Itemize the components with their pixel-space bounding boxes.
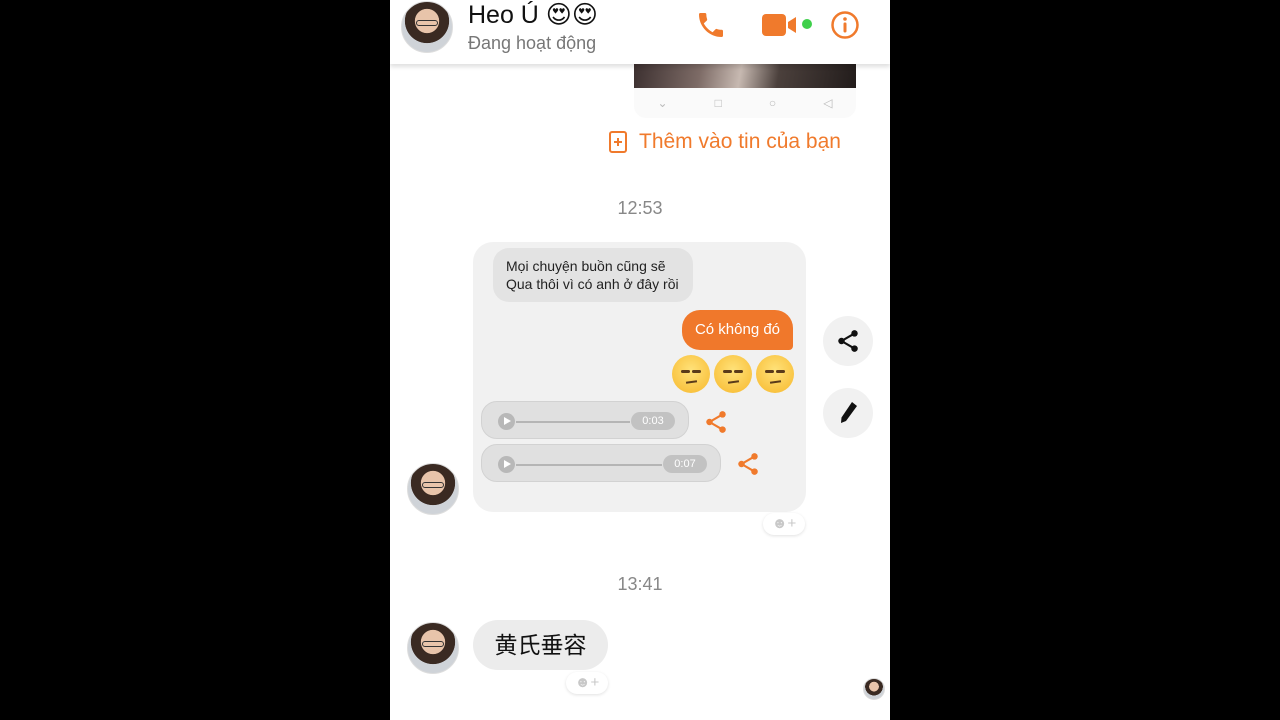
add-to-story-button[interactable]: Thêm vào tin của bạn	[609, 130, 841, 154]
share-icon[interactable]	[735, 451, 761, 482]
play-icon[interactable]	[498, 413, 515, 430]
play-icon[interactable]	[498, 456, 515, 473]
voice-duration: 0:03	[631, 412, 675, 430]
share-icon	[838, 330, 858, 352]
timestamp: 12:53	[617, 198, 663, 218]
info-icon[interactable]	[830, 10, 860, 45]
add-to-story-label: Thêm vào tin của bạn	[639, 130, 841, 153]
add-reaction-button[interactable]: ☻+	[763, 513, 805, 535]
circle-icon: ○	[768, 96, 777, 110]
share-button[interactable]	[823, 316, 873, 366]
chevron-down-icon: ⌄	[657, 96, 668, 110]
audio-track	[516, 464, 662, 466]
edit-button[interactable]	[823, 388, 873, 438]
chat-header: Heo Ú 😍😍 Đang hoạt động	[390, 0, 890, 64]
contact-avatar[interactable]	[401, 1, 453, 53]
audio-track	[516, 421, 630, 423]
back-triangle-icon: ◁	[823, 96, 833, 110]
seen-avatar	[863, 678, 885, 700]
voice-message[interactable]: 0:07	[481, 444, 721, 482]
square-icon: □	[714, 96, 722, 110]
sender-avatar[interactable]	[407, 463, 459, 515]
video-icon[interactable]	[762, 13, 802, 42]
unamused-emoji-icon	[672, 355, 710, 393]
emoji-row	[672, 355, 794, 393]
pencil-icon	[841, 402, 857, 423]
android-nav-bar: ⌄ □ ○ ◁	[634, 88, 856, 118]
story-preview[interactable]: ⌄ □ ○ ◁	[634, 58, 856, 118]
active-status: Đang hoạt động	[468, 33, 597, 53]
share-icon[interactable]	[703, 409, 729, 440]
outgoing-bubble: Có không đó	[682, 310, 793, 350]
unamused-emoji-icon	[756, 355, 794, 393]
voice-message[interactable]: 0:03	[481, 401, 689, 439]
message-line: Qua thôi vì có anh ở đây rồi	[506, 276, 679, 292]
plus-box-icon	[609, 131, 627, 153]
timestamp: 13:41	[617, 574, 663, 594]
phone-icon[interactable]	[695, 9, 727, 46]
online-indicator	[802, 19, 812, 29]
contact-name[interactable]: Heo Ú 😍😍	[468, 0, 598, 30]
voice-duration: 0:07	[663, 455, 707, 473]
unamused-emoji-icon	[714, 355, 752, 393]
add-reaction-button[interactable]: ☻+	[566, 672, 608, 694]
message-line: Mọi chuyện buồn cũng sẽ	[506, 258, 666, 274]
shared-screenshot-message[interactable]: Mọi chuyện buồn cũng sẽ Qua thôi vì có a…	[473, 242, 806, 512]
incoming-bubble[interactable]: 黄氏垂容	[473, 620, 608, 670]
incoming-bubble: Mọi chuyện buồn cũng sẽ Qua thôi vì có a…	[493, 248, 693, 302]
chat-screen: Heo Ú 😍😍 Đang hoạt động ⌄ □ ○ ◁ Thêm vào…	[390, 0, 890, 720]
sender-avatar[interactable]	[407, 622, 459, 674]
